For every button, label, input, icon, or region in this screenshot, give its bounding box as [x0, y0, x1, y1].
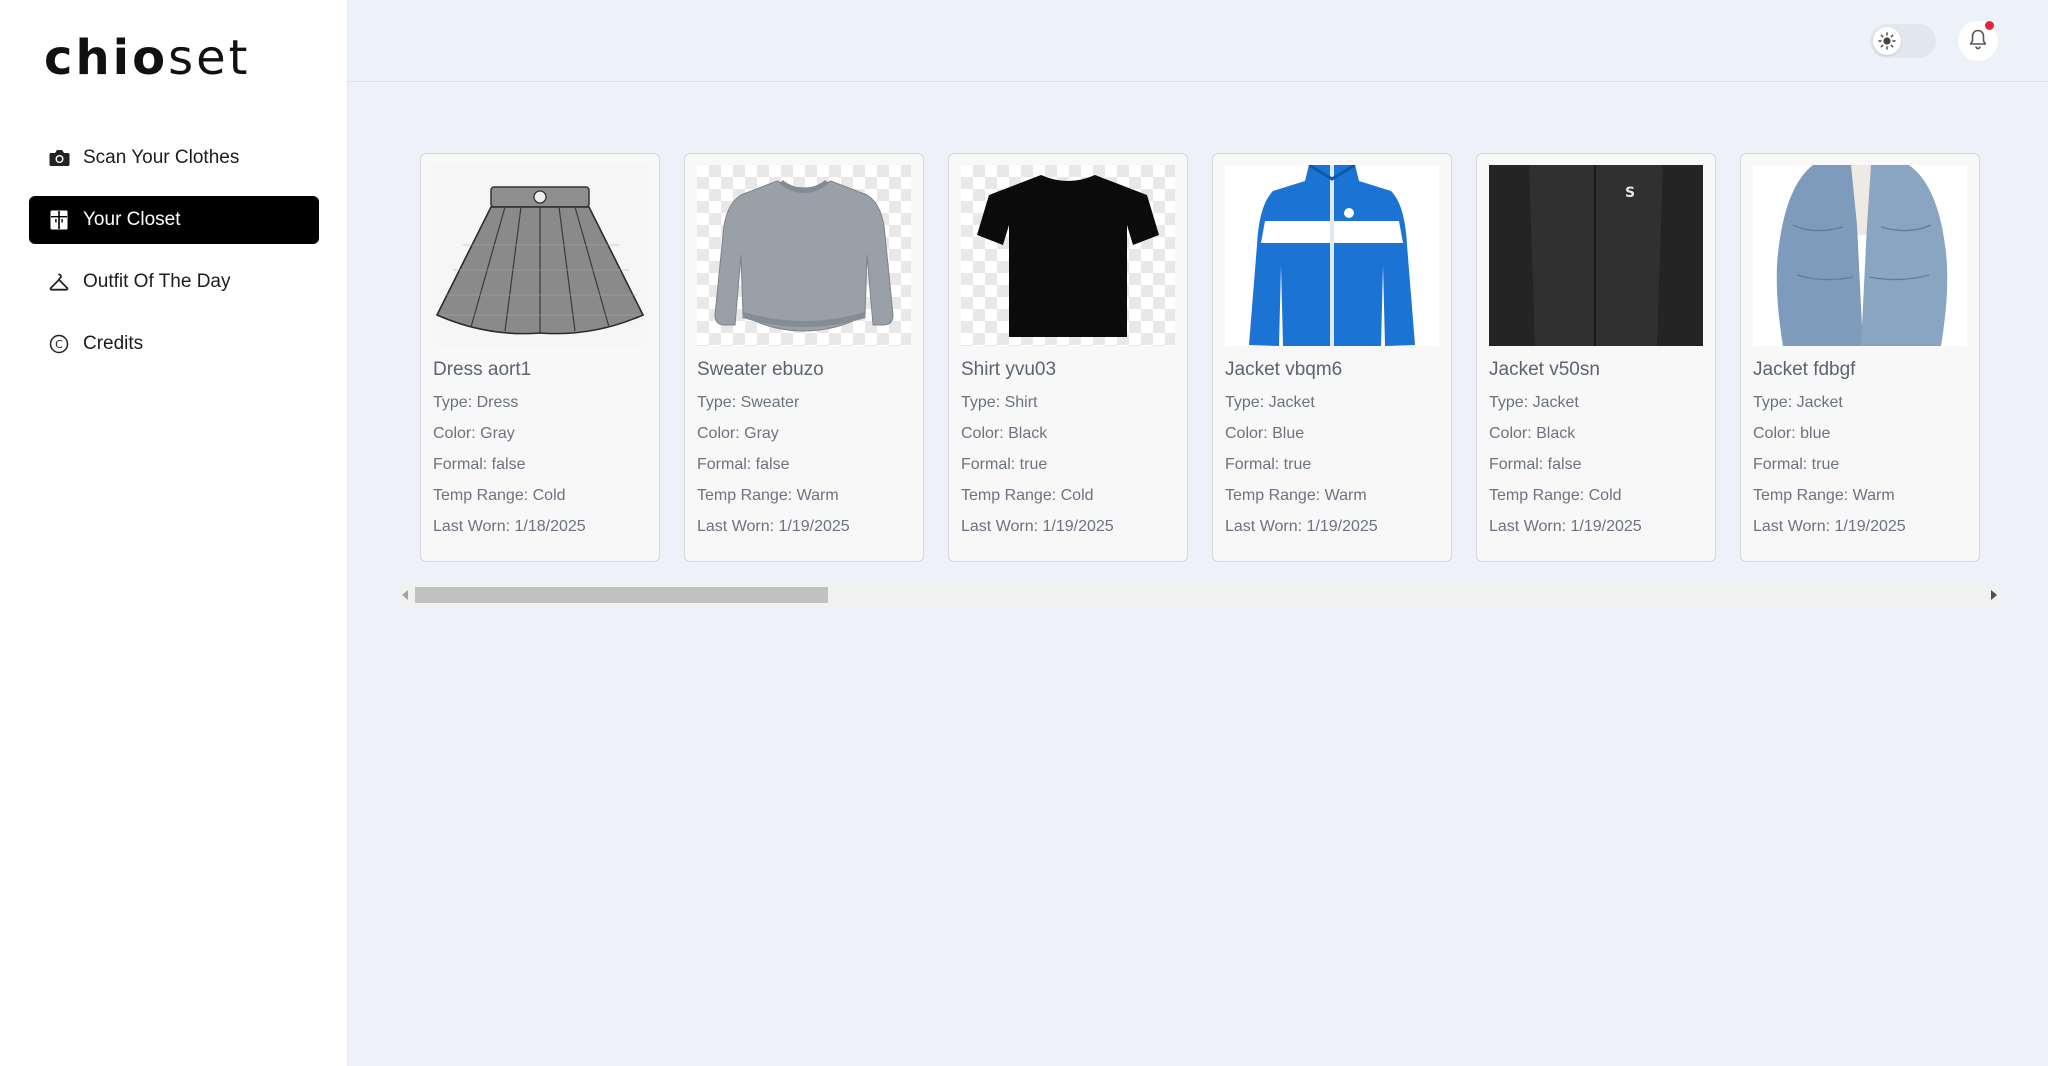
clothing-temp-range: Temp Range: Cold — [961, 487, 1094, 504]
clothing-card[interactable]: Shirt yvu03 Type: Shirt Color: Black For… — [948, 153, 1188, 562]
clothing-last-worn: Last Worn: 1/19/2025 — [697, 518, 850, 535]
clothing-type: Type: Dress — [433, 394, 519, 411]
clothing-type: Type: Shirt — [961, 394, 1038, 411]
clothing-type: Type: Jacket — [1489, 394, 1579, 411]
sun-icon — [1873, 27, 1901, 55]
scroll-left-arrow-icon[interactable] — [402, 590, 408, 600]
clothing-last-worn: Last Worn: 1/19/2025 — [1489, 518, 1642, 535]
notification-badge — [1985, 21, 1994, 30]
clothing-image-black-jacket: S — [1489, 165, 1703, 346]
clothing-formal: Formal: true — [961, 456, 1048, 473]
scroll-right-arrow-icon[interactable] — [1991, 590, 1997, 600]
clothing-formal: Formal: true — [1753, 456, 1840, 473]
hanger-icon — [48, 271, 70, 293]
clothing-formal: Formal: false — [697, 456, 790, 473]
clothing-image-gray-skirt — [433, 165, 647, 346]
clothing-card[interactable]: Jacket vbqm6 Type: Jacket Color: Blue Fo… — [1212, 153, 1452, 562]
clothing-image-black-tshirt — [961, 165, 1175, 346]
clothing-card[interactable]: Sweater ebuzo Type: Sweater Color: Gray … — [684, 153, 924, 562]
sidebar-item-your-closet[interactable]: Your Closet — [29, 196, 319, 244]
theme-toggle[interactable] — [1870, 24, 1936, 58]
sidebar-item-credits[interactable]: C Credits — [29, 320, 319, 368]
clothing-temp-range: Temp Range: Cold — [1489, 487, 1622, 504]
clothing-image-gray-sweater — [697, 165, 911, 346]
clothing-color: Color: Black — [961, 425, 1048, 442]
clothing-name: Sweater ebuzo — [697, 359, 824, 380]
clothing-last-worn: Last Worn: 1/18/2025 — [433, 518, 586, 535]
clothing-temp-range: Temp Range: Warm — [697, 487, 839, 504]
svg-text:S: S — [1625, 185, 1635, 201]
top-header — [348, 0, 2048, 82]
app-logo[interactable]: chioset — [44, 30, 250, 86]
logo-light-text: set — [168, 30, 251, 86]
clothing-color: Color: Black — [1489, 425, 1576, 442]
clothing-name: Jacket fdbgf — [1753, 359, 1856, 380]
clothing-formal: Formal: false — [1489, 456, 1582, 473]
clothing-name: Dress aort1 — [433, 359, 532, 380]
clothing-formal: Formal: true — [1225, 456, 1312, 473]
clothing-color: Color: Blue — [1225, 425, 1305, 442]
clothing-image-denim-jacket — [1753, 165, 1967, 346]
clothing-last-worn: Last Worn: 1/19/2025 — [1753, 518, 1906, 535]
sidebar-item-scan-your-clothes[interactable]: Scan Your Clothes — [29, 134, 319, 182]
copyright-icon: C — [48, 333, 70, 355]
scrollbar-thumb[interactable] — [415, 587, 828, 603]
clothing-color: Color: Gray — [433, 425, 515, 442]
clothing-type: Type: Jacket — [1225, 394, 1315, 411]
clothing-temp-range: Temp Range: Cold — [433, 487, 566, 504]
notifications-button[interactable] — [1958, 21, 1998, 61]
sidebar: chioset Scan Your Clothes Your Closet Ou… — [0, 0, 348, 1066]
clothing-card[interactable]: Jacket fdbgf Type: Jacket Color: blue Fo… — [1740, 153, 1980, 562]
sidebar-item-label: Credits — [83, 333, 144, 354]
sidebar-item-label: Scan Your Clothes — [83, 147, 240, 168]
clothing-name: Jacket vbqm6 — [1225, 359, 1343, 380]
svg-text:C: C — [55, 338, 63, 351]
sidebar-item-outfit-of-the-day[interactable]: Outfit Of The Day — [29, 258, 319, 306]
clothing-name: Shirt yvu03 — [961, 359, 1057, 380]
sidebar-nav: Scan Your Clothes Your Closet Outfit Of … — [29, 134, 319, 382]
clothing-last-worn: Last Worn: 1/19/2025 — [1225, 518, 1378, 535]
clothing-image-blue-track-jacket — [1225, 165, 1439, 346]
clothing-type: Type: Sweater — [697, 394, 800, 411]
closet-icon — [48, 209, 70, 231]
horizontal-scrollbar[interactable] — [400, 585, 2000, 605]
clothing-type: Type: Jacket — [1753, 394, 1843, 411]
clothing-temp-range: Temp Range: Warm — [1753, 487, 1895, 504]
clothing-name: Jacket v50sn — [1489, 359, 1600, 380]
logo-bold-text: chio — [44, 30, 169, 86]
clothing-last-worn: Last Worn: 1/19/2025 — [961, 518, 1114, 535]
clothing-formal: Formal: false — [433, 456, 526, 473]
camera-icon — [48, 147, 70, 169]
clothing-card[interactable]: S Jacket v50sn Type: Jacket Color: Black… — [1476, 153, 1716, 562]
clothing-color: Color: blue — [1753, 425, 1831, 442]
clothing-temp-range: Temp Range: Warm — [1225, 487, 1367, 504]
clothing-card[interactable]: Dress aort1 Type: Dress Color: Gray Form… — [420, 153, 660, 562]
clothing-color: Color: Gray — [697, 425, 779, 442]
sidebar-item-label: Your Closet — [83, 209, 181, 230]
sidebar-item-label: Outfit Of The Day — [83, 271, 231, 292]
bell-icon — [1968, 28, 1988, 55]
closet-items-list: Dress aort1 Type: Dress Color: Gray Form… — [420, 153, 1982, 563]
